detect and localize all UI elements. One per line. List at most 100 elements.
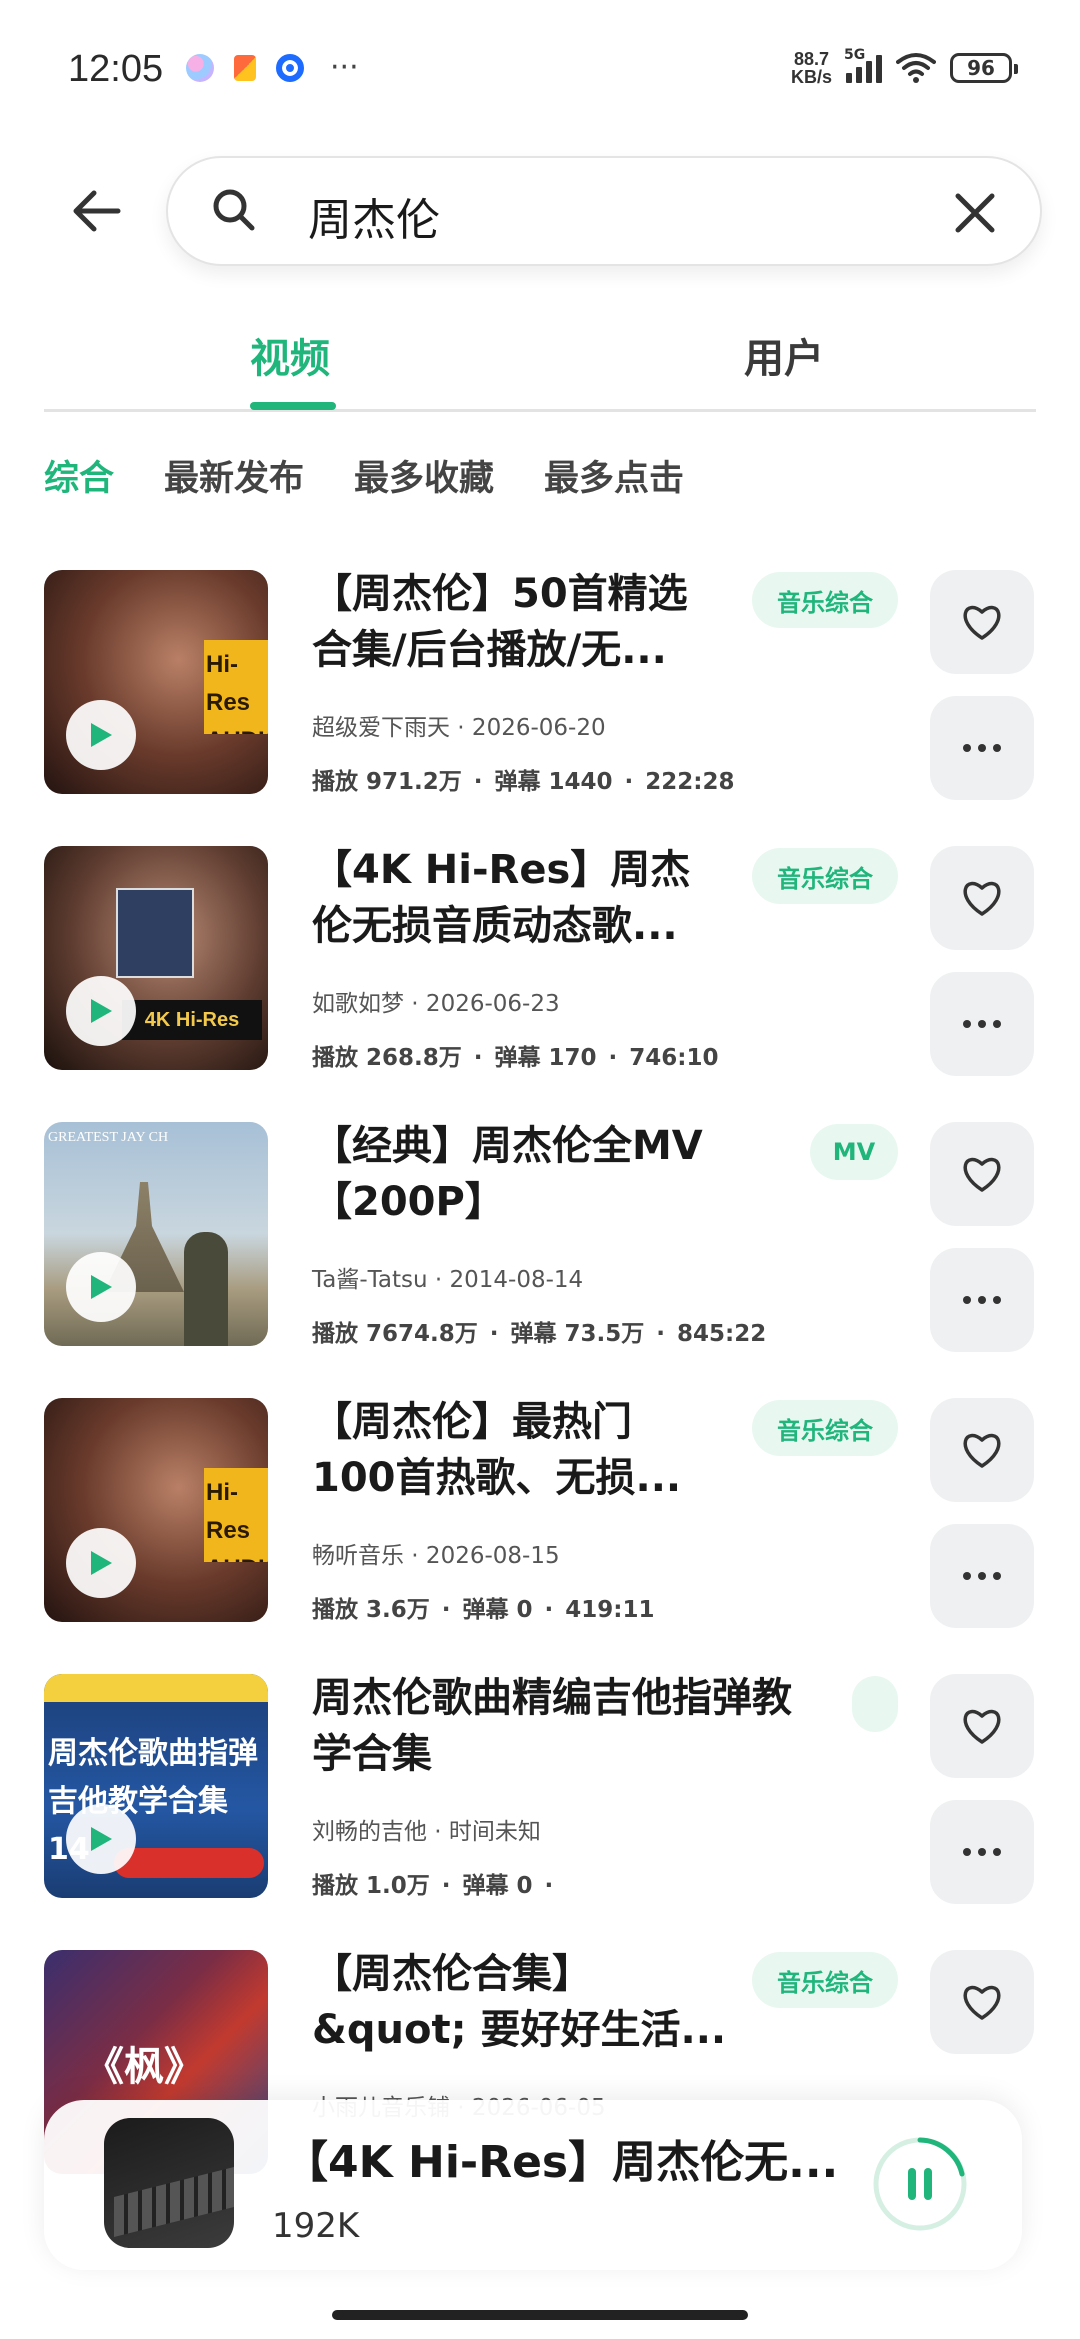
clear-search-button[interactable] <box>950 188 1000 238</box>
cover-keyboard <box>114 2167 234 2237</box>
video-duration: 845:22 <box>677 1321 767 1347</box>
search-icon <box>213 189 255 231</box>
favorite-button[interactable] <box>930 1398 1034 1502</box>
video-meta: 超级爱下雨天 · 2026-06-20 <box>312 715 606 741</box>
back-button[interactable] <box>62 176 132 246</box>
play-button[interactable] <box>66 700 136 770</box>
status-bar: 12:05 ··· 88.7 KB/s 5G 96 <box>0 0 1080 140</box>
list-item[interactable]: 4K Hi-Res 【4K Hi-Res】周杰 伦无损音质动态歌... 音乐综合… <box>0 846 1080 1076</box>
thumbnail-banner <box>44 1674 268 1702</box>
play-icon <box>91 723 112 747</box>
signal-icon: 5G <box>844 47 882 83</box>
favorite-button[interactable] <box>930 846 1034 950</box>
danmaku-count: 弹幕 73.5万 <box>510 1321 645 1347</box>
status-time: 12:05 <box>68 48 164 90</box>
sort-most-viewed[interactable]: 最多点击 <box>544 450 684 501</box>
home-indicator[interactable] <box>332 2310 748 2320</box>
video-thumbnail[interactable]: Hi-Res AUDIO <box>44 1398 268 1622</box>
video-stats: 播放 971.2万 · 弹幕 1440 · 222:28 <box>312 769 735 795</box>
play-count: 播放 1.0万 <box>312 1873 430 1899</box>
video-stats: 播放 1.0万 · 弹幕 0 · <box>312 1873 554 1899</box>
video-meta: 刘畅的吉他 · 时间未知 <box>312 1819 541 1845</box>
heart-icon <box>963 605 1001 640</box>
sort-newest[interactable]: 最新发布 <box>164 450 304 501</box>
video-title[interactable]: 【周杰伦合集】 &quot; 要好好生活... <box>312 1946 752 2058</box>
category-badge: MV <box>810 1124 898 1180</box>
more-icon <box>963 1848 1001 1856</box>
list-item[interactable]: 周杰伦歌曲指弹 吉他教学合集14 周杰伦歌曲精编吉他指弹教 学合集 刘畅的吉他 … <box>0 1674 1080 1904</box>
video-thumbnail[interactable]: GREATEST JAY CH <box>44 1122 268 1346</box>
heart-icon <box>963 1709 1001 1744</box>
play-count: 播放 7674.8万 <box>312 1321 478 1347</box>
play-icon <box>91 1275 112 1299</box>
favorite-button[interactable] <box>930 1950 1034 2054</box>
video-title[interactable]: 【4K Hi-Res】周杰 伦无损音质动态歌... <box>312 842 752 954</box>
video-title-line: 【周杰伦合集】 <box>312 1951 592 1997</box>
search-input[interactable]: 周杰伦 <box>166 156 1042 266</box>
sort-options: 综合 最新发布 最多收藏 最多点击 <box>44 450 684 501</box>
app-notification-icon <box>234 55 256 81</box>
play-button[interactable] <box>66 1252 136 1322</box>
now-playing-title[interactable]: 【4K Hi-Res】周杰伦无... <box>284 2126 884 2190</box>
thumbnail-badge: Hi-Res AUDIO <box>204 1468 268 1562</box>
play-icon <box>91 1827 112 1851</box>
app-notification-icon <box>276 54 304 82</box>
mini-player[interactable]: 【4K Hi-Res】周杰伦无... 192K <box>44 2100 1022 2270</box>
heart-icon <box>963 1985 1001 2020</box>
video-title[interactable]: 【周杰伦】50首精选 合集/后台播放/无... <box>312 566 752 678</box>
pause-button[interactable] <box>872 2136 968 2232</box>
video-stats: 播放 7674.8万 · 弹幕 73.5万 · 845:22 <box>312 1321 767 1347</box>
arrow-left-icon <box>73 190 121 232</box>
video-meta: 畅听音乐 · 2026-08-15 <box>312 1543 560 1569</box>
more-options-button[interactable] <box>930 696 1034 800</box>
result-tabs: 视频 用户 <box>44 318 1036 412</box>
more-icon <box>963 1296 1001 1304</box>
play-button[interactable] <box>66 1804 136 1874</box>
list-item[interactable]: Hi-Res AUDIO 【周杰伦】最热门 100首热歌、无损... 音乐综合 … <box>0 1398 1080 1628</box>
network-speed: 88.7 KB/s <box>791 50 832 86</box>
play-icon <box>91 999 112 1023</box>
network-speed-value: 88.7 <box>793 49 830 69</box>
video-thumbnail[interactable]: Hi-Res AUDIO <box>44 570 268 794</box>
video-duration: 419:11 <box>565 1597 655 1623</box>
category-badge: 音乐综合 <box>752 848 898 904</box>
danmaku-count: 弹幕 0 <box>462 1597 533 1623</box>
video-stats: 播放 3.6万 · 弹幕 0 · 419:11 <box>312 1597 655 1623</box>
sort-most-favorited[interactable]: 最多收藏 <box>354 450 494 501</box>
list-item[interactable]: GREATEST JAY CH 【经典】周杰伦全MV 【200P】 MV Ta酱… <box>0 1122 1080 1352</box>
more-options-button[interactable] <box>930 972 1034 1076</box>
favorite-button[interactable] <box>930 1122 1034 1226</box>
favorite-button[interactable] <box>930 570 1034 674</box>
more-icon <box>963 1572 1001 1580</box>
more-options-button[interactable] <box>930 1524 1034 1628</box>
play-icon <box>91 1551 112 1575</box>
sort-comprehensive[interactable]: 综合 <box>44 450 114 501</box>
thumbnail-caption: GREATEST JAY CH <box>48 1130 169 1145</box>
more-options-button[interactable] <box>930 1248 1034 1352</box>
thumbnail-ribbon <box>114 1848 264 1878</box>
pause-icon <box>873 2137 967 2231</box>
tab-video[interactable]: 视频 <box>250 326 330 384</box>
tab-user[interactable]: 用户 <box>744 326 824 384</box>
video-title[interactable]: 周杰伦歌曲精编吉他指弹教 学合集 <box>312 1670 862 1782</box>
video-thumbnail[interactable]: 4K Hi-Res <box>44 846 268 1070</box>
video-duration: 222:28 <box>645 769 735 795</box>
search-query: 周杰伦 <box>308 195 440 246</box>
video-stats: 播放 268.8万 · 弹幕 170 · 746:10 <box>312 1045 719 1071</box>
more-notifications-icon: ··· <box>330 50 359 85</box>
now-playing-cover[interactable] <box>104 2118 234 2248</box>
video-title[interactable]: 【周杰伦】最热门 100首热歌、无损... <box>312 1394 752 1506</box>
video-title-line: 【周杰伦】最热门 <box>312 1399 632 1445</box>
thumbnail-caption: 《枫》 <box>84 2043 204 2090</box>
video-title[interactable]: 【经典】周杰伦全MV 【200P】 <box>312 1118 752 1230</box>
danmaku-count: 弹幕 1440 <box>494 769 613 795</box>
network-type: 5G <box>844 47 866 63</box>
video-title-line: 周杰伦歌曲精编吉他指弹教 <box>312 1675 792 1721</box>
favorite-button[interactable] <box>930 1674 1034 1778</box>
more-options-button[interactable] <box>930 1800 1034 1904</box>
video-title-line: 学合集 <box>312 1731 432 1777</box>
play-button[interactable] <box>66 976 136 1046</box>
video-thumbnail[interactable]: 周杰伦歌曲指弹 吉他教学合集14 <box>44 1674 268 1898</box>
play-button[interactable] <box>66 1528 136 1598</box>
list-item[interactable]: Hi-Res AUDIO 【周杰伦】50首精选 合集/后台播放/无... 音乐综… <box>0 570 1080 800</box>
